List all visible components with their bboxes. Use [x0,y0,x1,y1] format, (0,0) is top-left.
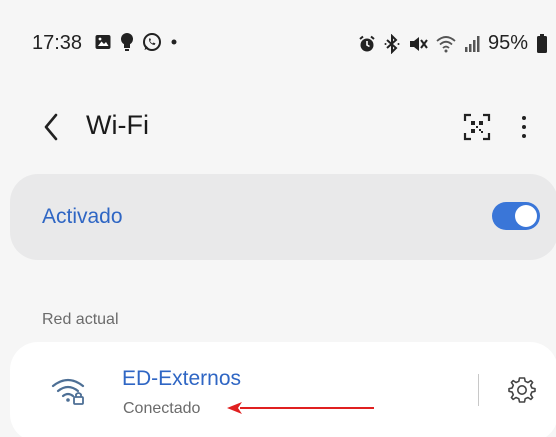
wifi-toggle-label: Activado [42,205,123,228]
network-settings-button[interactable] [506,374,538,406]
gear-icon [508,376,536,404]
bulb-icon [120,32,134,52]
alarm-icon [358,35,376,53]
divider [478,374,479,406]
cell-signal-icon [464,35,480,53]
bluetooth-icon [384,33,400,54]
wifi-settings-screen: 17:38 95% Wi-Fi Activado Red actual ED-E… [6,14,556,437]
gallery-icon [94,33,112,51]
chevron-left-icon [43,113,59,141]
toggle-knob [515,205,537,227]
mute-icon [408,35,428,53]
qr-scan-button[interactable] [462,112,492,142]
battery-percentage: 95% [487,32,528,54]
qr-scan-icon [463,113,491,141]
back-button[interactable] [36,110,66,144]
system-icons: 95% [358,32,548,55]
page-title: Wi-Fi [86,110,149,140]
wifi-toggle-switch[interactable] [492,202,540,230]
wifi-lock-icon [50,376,86,406]
annotation-arrow [227,402,374,414]
more-vertical-icon [522,116,526,120]
current-network-card[interactable]: ED-Externos Conectado [10,342,556,437]
notification-icons [94,32,178,52]
network-name: ED-Externos [122,367,242,390]
battery-icon [536,33,548,54]
dot-icon [170,38,178,46]
app-header: Wi-Fi [6,94,556,160]
wifi-toggle-card[interactable]: Activado [10,174,556,260]
current-network-section-label: Red actual [42,311,119,328]
more-options-button[interactable] [514,112,534,142]
status-time: 17:38 [32,32,83,54]
status-bar: 17:38 95% [6,14,556,74]
network-status: Conectado [123,400,201,417]
whatsapp-icon [142,32,162,52]
wifi-signal-icon [436,35,456,53]
